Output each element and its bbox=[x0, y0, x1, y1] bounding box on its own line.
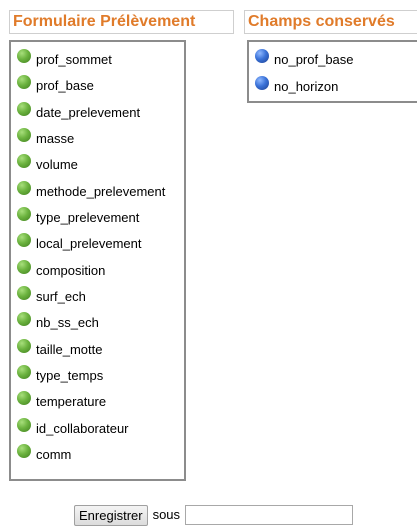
field-item-composition[interactable]: composition bbox=[17, 259, 184, 286]
field-item-comm[interactable]: comm bbox=[17, 444, 184, 470]
green-dot-icon bbox=[17, 233, 31, 248]
field-label: prof_sommet bbox=[36, 52, 112, 67]
field-label: surf_ech bbox=[36, 289, 86, 305]
green-dot-icon bbox=[17, 286, 31, 301]
green-dot-icon bbox=[17, 154, 31, 169]
field-item-volume[interactable]: volume bbox=[17, 154, 184, 180]
field-item-taille-motte[interactable]: taille_motte bbox=[17, 338, 184, 365]
field-item-type-prelevement[interactable]: type_prelevement bbox=[17, 207, 184, 233]
field-item-prof-base[interactable]: prof_base bbox=[17, 75, 184, 101]
field-item-nb-ss-ech[interactable]: nb_ss_ech bbox=[17, 312, 184, 338]
kept-fields-box[interactable]: no_prof_base no_horizon bbox=[247, 40, 417, 103]
field-label: type_prelevement bbox=[36, 210, 140, 226]
field-item-type-temps[interactable]: type_temps bbox=[17, 365, 184, 391]
green-dot-icon bbox=[17, 417, 31, 432]
field-label: taille_motte bbox=[36, 341, 103, 357]
save-row: Enregistrer sous bbox=[74, 505, 354, 527]
field-item-masse[interactable]: masse bbox=[17, 128, 184, 154]
field-label: date_prelevement bbox=[36, 104, 141, 120]
save-name-input[interactable] bbox=[185, 505, 354, 525]
form-fields-box[interactable]: prof_sommet prof_base date_prelevement m… bbox=[9, 40, 186, 481]
field-label: volume bbox=[36, 157, 78, 173]
green-dot-icon bbox=[17, 444, 31, 459]
green-dot-icon bbox=[17, 338, 31, 353]
green-dot-icon bbox=[17, 49, 31, 63]
green-dot-icon bbox=[17, 391, 31, 406]
field-label: masse bbox=[36, 131, 75, 147]
field-item-surf-ech[interactable]: surf_ech bbox=[17, 286, 184, 312]
kept-field-list: no_prof_base no_horizon bbox=[249, 42, 417, 103]
sous-label: sous bbox=[152, 507, 181, 522]
field-label: comm bbox=[36, 447, 72, 463]
field-label: temperature bbox=[36, 394, 107, 410]
green-dot-icon bbox=[17, 75, 31, 90]
field-label: nb_ss_ech bbox=[36, 315, 99, 331]
form-field-list: prof_sommet prof_base date_prelevement m… bbox=[11, 42, 184, 471]
green-dot-icon bbox=[17, 101, 31, 116]
field-label: no_prof_base bbox=[274, 52, 354, 67]
green-dot-icon bbox=[17, 312, 31, 327]
blue-dot-icon bbox=[255, 76, 269, 90]
field-label: id_collaborateur bbox=[36, 420, 129, 436]
field-label: methode_prelevement bbox=[36, 183, 166, 199]
green-dot-icon bbox=[17, 365, 31, 380]
green-dot-icon bbox=[17, 128, 31, 143]
field-item-methode-prelevement[interactable]: methode_prelevement bbox=[17, 180, 184, 207]
field-label: prof_base bbox=[36, 78, 94, 94]
field-item-date-prelevement[interactable]: date_prelevement bbox=[17, 101, 184, 128]
green-dot-icon bbox=[17, 259, 31, 274]
field-label: no_horizon bbox=[274, 79, 339, 94]
field-item-id-collaborateur[interactable]: id_collaborateur bbox=[17, 417, 184, 444]
form-panel-title: Formulaire Prélèvement bbox=[9, 10, 234, 34]
kept-field-no-prof-base[interactable]: no_prof_base bbox=[255, 49, 417, 76]
field-label: local_prelevement bbox=[36, 236, 142, 252]
blue-dot-icon bbox=[255, 49, 269, 63]
field-label: type_temps bbox=[36, 368, 104, 384]
kept-fields-panel-title: Champs conservés bbox=[244, 10, 417, 34]
field-item-local-prelevement[interactable]: local_prelevement bbox=[17, 233, 184, 259]
green-dot-icon bbox=[17, 180, 31, 195]
kept-field-no-horizon[interactable]: no_horizon bbox=[255, 76, 417, 103]
field-item-prof-sommet[interactable]: prof_sommet bbox=[17, 49, 184, 75]
field-label: composition bbox=[36, 262, 106, 278]
field-item-temperature[interactable]: temperature bbox=[17, 391, 184, 417]
green-dot-icon bbox=[17, 207, 31, 222]
